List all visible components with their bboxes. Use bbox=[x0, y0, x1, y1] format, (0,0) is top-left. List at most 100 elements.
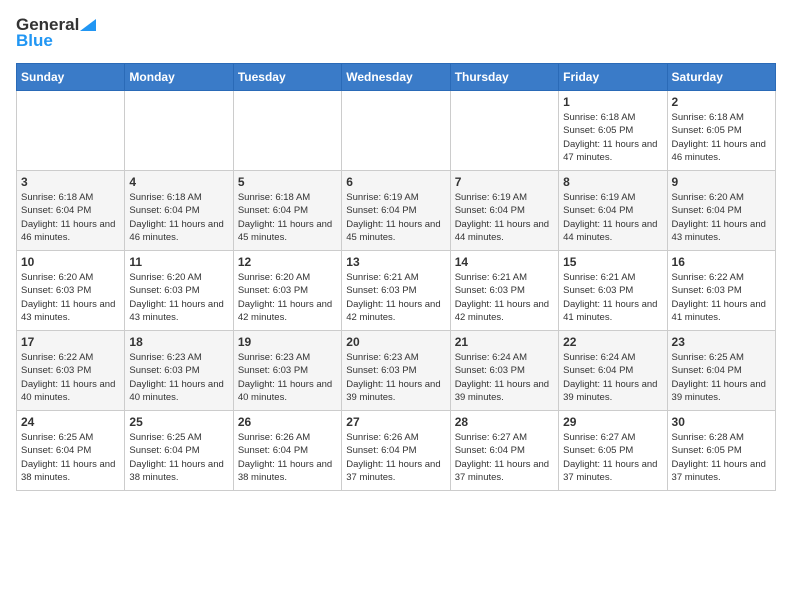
day-info: Sunrise: 6:20 AM Sunset: 6:03 PM Dayligh… bbox=[129, 271, 228, 324]
calendar-cell: 10 Sunrise: 6:20 AM Sunset: 6:03 PM Dayli… bbox=[17, 251, 125, 331]
calendar-cell: 19 Sunrise: 6:23 AM Sunset: 6:03 PM Dayli… bbox=[233, 331, 341, 411]
day-header-thursday: Thursday bbox=[450, 64, 558, 91]
day-info: Sunrise: 6:18 AM Sunset: 6:05 PM Dayligh… bbox=[563, 111, 662, 164]
calendar-cell bbox=[17, 91, 125, 171]
day-number: 3 bbox=[21, 175, 120, 189]
calendar-cell: 21 Sunrise: 6:24 AM Sunset: 6:03 PM Dayli… bbox=[450, 331, 558, 411]
day-number: 24 bbox=[21, 415, 120, 429]
day-number: 1 bbox=[563, 95, 662, 109]
calendar-cell bbox=[450, 91, 558, 171]
calendar-cell: 25 Sunrise: 6:25 AM Sunset: 6:04 PM Dayli… bbox=[125, 411, 233, 491]
day-header-saturday: Saturday bbox=[667, 64, 775, 91]
day-info: Sunrise: 6:18 AM Sunset: 6:04 PM Dayligh… bbox=[129, 191, 228, 244]
day-info: Sunrise: 6:23 AM Sunset: 6:03 PM Dayligh… bbox=[129, 351, 228, 404]
calendar-cell bbox=[342, 91, 450, 171]
day-info: Sunrise: 6:23 AM Sunset: 6:03 PM Dayligh… bbox=[346, 351, 445, 404]
calendar-cell: 27Sunrise: 6:26 AM Sunset: 6:04 PM Dayli… bbox=[342, 411, 450, 491]
day-number: 2 bbox=[672, 95, 771, 109]
calendar-week-row: 24 Sunrise: 6:25 AM Sunset: 6:04 PM Dayli… bbox=[17, 411, 776, 491]
day-number: 18 bbox=[129, 335, 228, 349]
day-info: Sunrise: 6:21 AM Sunset: 6:03 PM Dayligh… bbox=[346, 271, 445, 324]
calendar-cell: 16 Sunrise: 6:22 AM Sunset: 6:03 PM Dayli… bbox=[667, 251, 775, 331]
day-info: Sunrise: 6:20 AM Sunset: 6:03 PM Dayligh… bbox=[238, 271, 337, 324]
day-header-wednesday: Wednesday bbox=[342, 64, 450, 91]
calendar-cell: 1 Sunrise: 6:18 AM Sunset: 6:05 PM Daylig… bbox=[559, 91, 667, 171]
day-info: Sunrise: 6:21 AM Sunset: 6:03 PM Dayligh… bbox=[455, 271, 554, 324]
calendar-cell: 5 Sunrise: 6:18 AM Sunset: 6:04 PM Daylig… bbox=[233, 171, 341, 251]
calendar-week-row: 3 Sunrise: 6:18 AM Sunset: 6:04 PM Daylig… bbox=[17, 171, 776, 251]
day-info: Sunrise: 6:19 AM Sunset: 6:04 PM Dayligh… bbox=[563, 191, 662, 244]
day-info: Sunrise: 6:27 AM Sunset: 6:05 PM Dayligh… bbox=[563, 431, 662, 484]
calendar-cell: 30 Sunrise: 6:28 AM Sunset: 6:05 PM Dayli… bbox=[667, 411, 775, 491]
day-number: 22 bbox=[563, 335, 662, 349]
calendar-cell: 26Sunrise: 6:26 AM Sunset: 6:04 PM Dayli… bbox=[233, 411, 341, 491]
day-number: 10 bbox=[21, 255, 120, 269]
day-number: 11 bbox=[129, 255, 228, 269]
calendar-week-row: 10 Sunrise: 6:20 AM Sunset: 6:03 PM Dayli… bbox=[17, 251, 776, 331]
calendar-cell: 6Sunrise: 6:19 AM Sunset: 6:04 PM Daylig… bbox=[342, 171, 450, 251]
day-header-monday: Monday bbox=[125, 64, 233, 91]
day-number: 19 bbox=[238, 335, 337, 349]
calendar-cell: 22 Sunrise: 6:24 AM Sunset: 6:04 PM Dayli… bbox=[559, 331, 667, 411]
calendar-cell: 3 Sunrise: 6:18 AM Sunset: 6:04 PM Daylig… bbox=[17, 171, 125, 251]
calendar-cell: 12Sunrise: 6:20 AM Sunset: 6:03 PM Dayli… bbox=[233, 251, 341, 331]
day-info: Sunrise: 6:20 AM Sunset: 6:03 PM Dayligh… bbox=[21, 271, 120, 324]
day-info: Sunrise: 6:24 AM Sunset: 6:03 PM Dayligh… bbox=[455, 351, 554, 404]
day-info: Sunrise: 6:23 AM Sunset: 6:03 PM Dayligh… bbox=[238, 351, 337, 404]
day-info: Sunrise: 6:25 AM Sunset: 6:04 PM Dayligh… bbox=[672, 351, 771, 404]
day-header-sunday: Sunday bbox=[17, 64, 125, 91]
day-info: Sunrise: 6:28 AM Sunset: 6:05 PM Dayligh… bbox=[672, 431, 771, 484]
day-number: 25 bbox=[129, 415, 228, 429]
day-info: Sunrise: 6:24 AM Sunset: 6:04 PM Dayligh… bbox=[563, 351, 662, 404]
calendar-cell: 15 Sunrise: 6:21 AM Sunset: 6:03 PM Dayli… bbox=[559, 251, 667, 331]
calendar-cell: 4 Sunrise: 6:18 AM Sunset: 6:04 PM Daylig… bbox=[125, 171, 233, 251]
calendar-cell: 14 Sunrise: 6:21 AM Sunset: 6:03 PM Dayli… bbox=[450, 251, 558, 331]
day-number: 29 bbox=[563, 415, 662, 429]
logo-triangle-icon bbox=[80, 19, 96, 31]
day-number: 5 bbox=[238, 175, 337, 189]
day-number: 21 bbox=[455, 335, 554, 349]
day-info: Sunrise: 6:25 AM Sunset: 6:04 PM Dayligh… bbox=[21, 431, 120, 484]
calendar-cell: 13 Sunrise: 6:21 AM Sunset: 6:03 PM Dayli… bbox=[342, 251, 450, 331]
calendar-week-row: 1 Sunrise: 6:18 AM Sunset: 6:05 PM Daylig… bbox=[17, 91, 776, 171]
calendar-cell: 8 Sunrise: 6:19 AM Sunset: 6:04 PM Daylig… bbox=[559, 171, 667, 251]
calendar-cell: 11 Sunrise: 6:20 AM Sunset: 6:03 PM Dayli… bbox=[125, 251, 233, 331]
calendar-cell: 7 Sunrise: 6:19 AM Sunset: 6:04 PM Daylig… bbox=[450, 171, 558, 251]
day-info: Sunrise: 6:27 AM Sunset: 6:04 PM Dayligh… bbox=[455, 431, 554, 484]
day-info: Sunrise: 6:26 AM Sunset: 6:04 PM Dayligh… bbox=[238, 431, 337, 484]
day-header-tuesday: Tuesday bbox=[233, 64, 341, 91]
day-number: 16 bbox=[672, 255, 771, 269]
calendar-cell: 17Sunrise: 6:22 AM Sunset: 6:03 PM Dayli… bbox=[17, 331, 125, 411]
day-header-friday: Friday bbox=[559, 64, 667, 91]
day-number: 23 bbox=[672, 335, 771, 349]
day-info: Sunrise: 6:25 AM Sunset: 6:04 PM Dayligh… bbox=[129, 431, 228, 484]
logo: General Blue bbox=[16, 16, 96, 51]
day-number: 20 bbox=[346, 335, 445, 349]
day-info: Sunrise: 6:19 AM Sunset: 6:04 PM Dayligh… bbox=[346, 191, 445, 244]
day-info: Sunrise: 6:21 AM Sunset: 6:03 PM Dayligh… bbox=[563, 271, 662, 324]
day-info: Sunrise: 6:22 AM Sunset: 6:03 PM Dayligh… bbox=[672, 271, 771, 324]
day-number: 4 bbox=[129, 175, 228, 189]
calendar-cell: 24 Sunrise: 6:25 AM Sunset: 6:04 PM Dayli… bbox=[17, 411, 125, 491]
day-number: 14 bbox=[455, 255, 554, 269]
day-number: 27 bbox=[346, 415, 445, 429]
day-number: 15 bbox=[563, 255, 662, 269]
calendar-cell: 2Sunrise: 6:18 AM Sunset: 6:05 PM Daylig… bbox=[667, 91, 775, 171]
calendar-cell bbox=[125, 91, 233, 171]
day-number: 30 bbox=[672, 415, 771, 429]
logo-blue-text: Blue bbox=[16, 31, 53, 51]
day-number: 13 bbox=[346, 255, 445, 269]
calendar-cell: 18 Sunrise: 6:23 AM Sunset: 6:03 PM Dayli… bbox=[125, 331, 233, 411]
calendar-table: SundayMondayTuesdayWednesdayThursdayFrid… bbox=[16, 63, 776, 491]
calendar-cell: 28Sunrise: 6:27 AM Sunset: 6:04 PM Dayli… bbox=[450, 411, 558, 491]
day-info: Sunrise: 6:18 AM Sunset: 6:04 PM Dayligh… bbox=[238, 191, 337, 244]
day-info: Sunrise: 6:19 AM Sunset: 6:04 PM Dayligh… bbox=[455, 191, 554, 244]
day-number: 9 bbox=[672, 175, 771, 189]
calendar-week-row: 17Sunrise: 6:22 AM Sunset: 6:03 PM Dayli… bbox=[17, 331, 776, 411]
day-info: Sunrise: 6:18 AM Sunset: 6:04 PM Dayligh… bbox=[21, 191, 120, 244]
calendar-cell: 23 Sunrise: 6:25 AM Sunset: 6:04 PM Dayli… bbox=[667, 331, 775, 411]
calendar-cell: 29 Sunrise: 6:27 AM Sunset: 6:05 PM Dayli… bbox=[559, 411, 667, 491]
calendar-header-row: SundayMondayTuesdayWednesdayThursdayFrid… bbox=[17, 64, 776, 91]
day-number: 8 bbox=[563, 175, 662, 189]
day-number: 7 bbox=[455, 175, 554, 189]
